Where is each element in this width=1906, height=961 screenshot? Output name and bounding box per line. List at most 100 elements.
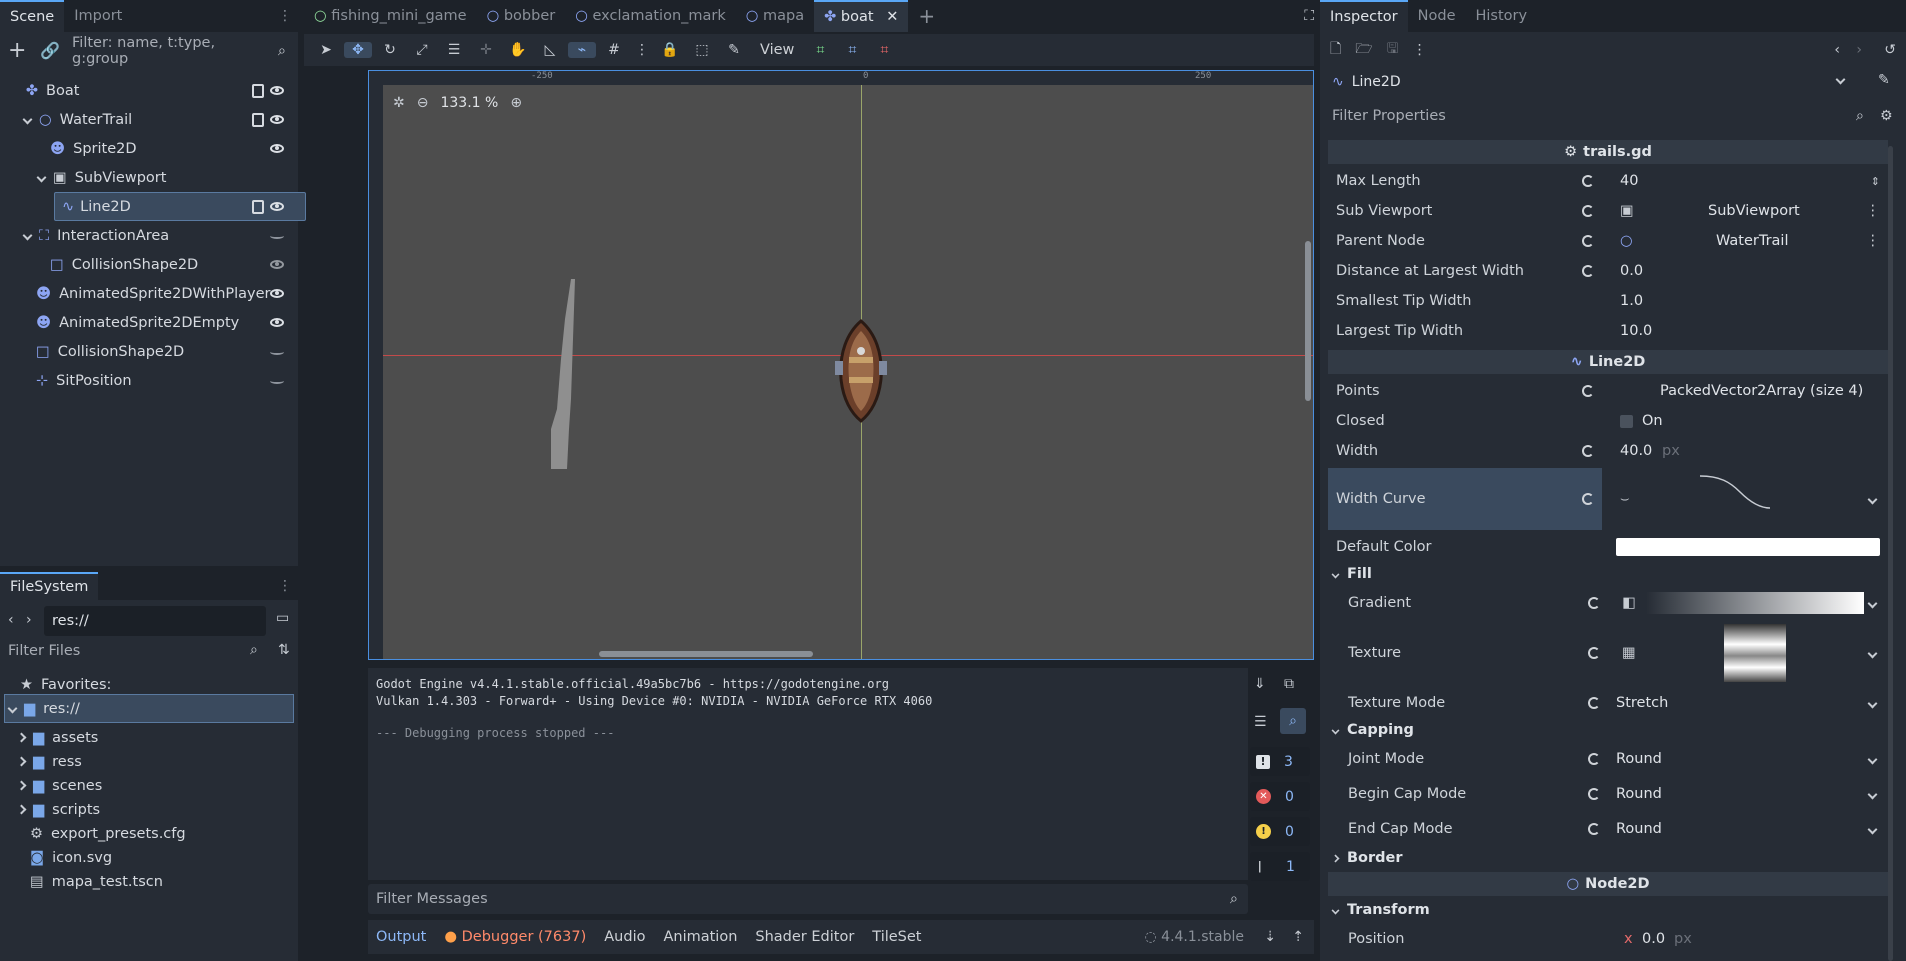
expand-icon[interactable] [16,732,27,743]
new-resource-icon[interactable]: 🗋 [1330,38,1341,62]
tree-item-sprite2d[interactable]: ☻ Sprite2D [4,134,294,163]
clear-output-icon[interactable]: ⇓ [1254,676,1266,692]
collapse-output-icon[interactable]: ☰ [1254,714,1267,730]
back-icon[interactable]: ‹ [8,612,14,628]
prop-gradient[interactable]: Gradient ◧ [1328,588,1888,618]
prop-closed[interactable]: Closed On [1328,406,1888,436]
revert-icon[interactable] [1588,753,1600,765]
prop-sub-viewport[interactable]: Sub Viewport ▣ SubViewport ⋮ [1328,196,1888,226]
zoom-in-icon[interactable]: ⊕ [510,95,522,111]
move-tool-icon[interactable]: ✥ [344,42,372,58]
tree-item-collisionshape2d[interactable]: □ CollisionShape2D [4,250,294,279]
menu-dots-icon[interactable]: ⋮ [278,578,292,594]
zoom-out-icon[interactable]: ⊖ [417,95,429,111]
node-doc-icon[interactable]: ✎ [1878,72,1890,88]
visibility-hidden-icon[interactable] [270,233,284,239]
forward-icon[interactable]: › [1856,42,1862,58]
tree-item-line2d[interactable]: ∿ Line2D [4,192,306,221]
visibility-hidden-icon[interactable] [270,378,284,384]
prop-largest-tip-width[interactable]: Largest Tip Width 10.0 [1328,316,1888,346]
tab-import[interactable]: Import [64,0,132,32]
chevron-down-icon[interactable] [1867,698,1878,708]
visibility-icon[interactable] [270,86,284,95]
filter-messages-input[interactable]: Filter Messages ⌕ [368,884,1248,914]
forward-icon[interactable]: › [26,612,32,628]
key-scale-icon[interactable]: ⌗ [870,42,898,58]
select-tool-icon[interactable]: ➤ [312,42,340,58]
tab-node[interactable]: Node [1408,0,1466,32]
visibility-icon[interactable] [270,318,284,327]
visibility-hidden-icon[interactable] [270,349,284,355]
tab-bobber[interactable]: ○ bobber [477,0,566,32]
res-root-row[interactable]: ▆ res:// [4,694,294,723]
tab-exclamation-mark[interactable]: ○ exclamation_mark [565,0,736,32]
key-rotation-icon[interactable]: ⌗ [838,42,866,58]
path-field[interactable]: res:// [44,606,266,636]
list-tool-icon[interactable]: ☰ [440,42,468,58]
revert-icon[interactable] [1588,597,1600,609]
prop-distance-largest-width[interactable]: Distance at Largest Width 0.0 [1328,256,1888,286]
closed-checkbox[interactable] [1620,414,1633,428]
border-group-header[interactable]: Border [1328,846,1888,870]
revert-icon[interactable] [1588,823,1600,835]
revert-icon[interactable] [1582,445,1594,457]
tab-mapa[interactable]: ○ mapa [736,0,814,32]
prop-end-cap-mode[interactable]: End Cap Mode Round [1328,814,1888,844]
menu-dots-icon[interactable]: ⋮ [278,8,292,24]
warning-counter[interactable]: ! 0 [1250,817,1310,846]
key-position-icon[interactable]: ⌗ [806,42,834,58]
link-icon[interactable]: 🔗 [40,41,60,60]
revert-icon[interactable] [1582,205,1594,217]
prop-texture[interactable]: Texture ▦ [1328,620,1888,686]
message-counter[interactable]: ! 3 [1250,747,1310,776]
layout-toggle-icon[interactable]: ▭ [276,610,289,626]
pan-tool-icon[interactable]: ✋ [504,42,532,58]
tab-shader-editor[interactable]: Shader Editor [755,929,854,945]
pin-icon[interactable]: ⇣ [1264,929,1276,945]
smart-snap-icon[interactable]: ⌁ [568,42,596,58]
collapse-icon[interactable] [7,703,18,714]
tree-item-collisionshape2d-2[interactable]: □ CollisionShape2D [4,337,294,366]
viewport-2d[interactable]: -250 0 250 ✲ ⊖ 133.1 % ⊕ [368,70,1314,660]
fullscreen-icon[interactable]: ⛶ [1304,8,1314,24]
visibility-icon[interactable] [270,260,284,269]
texture-preview[interactable] [1724,624,1786,682]
editor-message-counter[interactable]: ǀ 1 [1250,852,1310,881]
zoom-level[interactable]: 133.1 % [440,95,498,111]
prop-position[interactable]: Position x 0.0 px [1328,924,1888,954]
gradient-preview[interactable] [1646,592,1864,614]
sort-icon[interactable]: ⇅ [278,642,290,658]
tree-item-boat[interactable]: ✤ Boat [4,76,294,105]
menu-dots-icon[interactable]: ⋮ [1866,203,1881,219]
inspector-scrollbar[interactable] [1888,146,1893,961]
expand-icon[interactable] [16,756,27,767]
pivot-tool-icon[interactable]: ✛ [472,42,500,58]
node2d-section-header[interactable]: ○ Node2D [1328,872,1888,896]
rotate-tool-icon[interactable]: ↻ [376,42,404,58]
viewport-vscrollbar[interactable] [1305,241,1311,401]
filter-files-input[interactable]: Filter Files [0,636,270,666]
prop-smallest-tip-width[interactable]: Smallest Tip Width 1.0 [1328,286,1888,316]
visibility-icon[interactable] [270,144,284,153]
view-menu[interactable]: View [752,42,802,58]
tab-filesystem[interactable]: FileSystem [0,572,99,600]
revert-icon[interactable] [1588,788,1600,800]
prop-parent-node[interactable]: Parent Node ○ WaterTrail ⋮ [1328,226,1888,256]
lock-icon[interactable]: 🔒 [656,42,684,58]
tree-item-subviewport[interactable]: ▣ SubViewport [4,163,294,192]
filter-properties-input[interactable]: Filter Properties ⌕ [1324,101,1874,131]
collapse-icon[interactable] [36,172,47,183]
visibility-icon[interactable] [270,115,284,124]
grid-snap-icon[interactable]: # [600,42,628,58]
scale-tool-icon[interactable]: ⤢ [408,42,436,58]
expand-panel-icon[interactable]: ⇡ [1292,929,1304,945]
tree-item-animatedsprite-player[interactable]: ☻ AnimatedSprite2DWithPlayer [4,279,294,308]
chevron-down-icon[interactable] [1867,824,1878,834]
menu-dots-icon[interactable]: ⋮ [1413,42,1427,58]
prop-begin-cap-mode[interactable]: Begin Cap Mode Round [1328,779,1888,809]
revert-icon[interactable] [1582,175,1594,187]
menu-dots-icon[interactable]: ⋮ [1866,233,1881,249]
spinner-arrows-icon[interactable]: ⇕ [1871,175,1880,188]
chevron-down-icon[interactable] [1867,494,1878,504]
prop-width-curve[interactable]: Width Curve ⌣ [1328,468,1888,530]
